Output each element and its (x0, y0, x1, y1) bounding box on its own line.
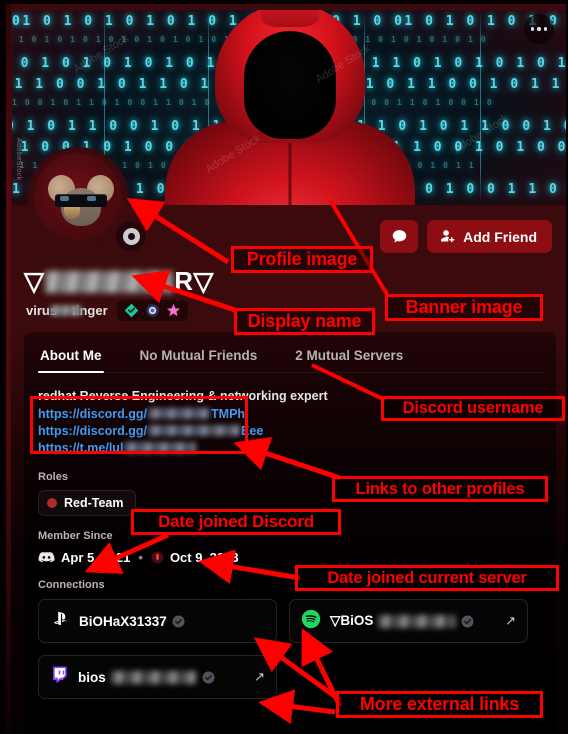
message-button[interactable] (380, 220, 419, 253)
dot (543, 27, 548, 31)
server-join-date-text: Oct 9, 2023 (169, 550, 239, 565)
profile-badges[interactable] (116, 300, 188, 321)
rat-avatar-art (48, 175, 114, 229)
highlight-box-links (30, 396, 248, 454)
annotation-banner-image: Banner image (385, 294, 543, 321)
hooded-figure-illustration (165, 10, 415, 205)
spotify-icon (301, 609, 321, 634)
discord-profile-card: 01 0 1 0 1 0 1 0 1 0 1 0 1 0 1 0 1 0 01 … (6, 4, 566, 734)
chat-bubble-icon (392, 230, 406, 243)
connection-name: ▽BiOS (330, 613, 474, 629)
display-name-suffix: R▽ (174, 266, 214, 296)
connection-name: BiOHaX31337 (79, 614, 185, 629)
tab-mutual-friends[interactable]: No Mutual Friends (138, 344, 260, 372)
connection-name-redacted (378, 614, 457, 628)
annotation-discord-username: Discord username (381, 396, 565, 421)
external-link-icon[interactable]: ↗ (505, 613, 516, 629)
verified-badge-icon (172, 615, 185, 628)
orb-badge-icon[interactable] (145, 303, 160, 318)
connection-playstation[interactable]: BiOHaX31337 (38, 599, 277, 643)
tab-about-me[interactable]: About Me (38, 344, 104, 373)
annotation-more-external-links: More external links (336, 691, 543, 718)
username-redacted (50, 305, 82, 316)
card-left-edge (6, 4, 11, 734)
discord-join-date-text: Apr 5, 2021 (61, 550, 131, 565)
role-color-dot (47, 498, 57, 508)
connections-grid: BiOHaX31337 ▽BiOS ↗ bios ↗ (38, 599, 542, 699)
avatar-wrapper[interactable] (28, 147, 146, 251)
annotation-date-joined-server: Date joined current server (295, 565, 559, 591)
display-name-prefix: ▽ (24, 266, 45, 296)
discord-icon (38, 551, 55, 563)
more-options-button[interactable] (524, 14, 554, 44)
external-link-icon[interactable]: ↗ (254, 669, 265, 685)
code-vline (480, 10, 481, 205)
dot (530, 27, 535, 31)
member-since-dates: Apr 5, 2021 • Oct 9, 2023 (38, 550, 542, 565)
verified-badge-icon (461, 615, 474, 628)
connection-name-text: ▽BiOS (330, 613, 374, 628)
date-separator: • (138, 550, 143, 565)
display-name: ▽ R▽ (24, 266, 214, 297)
tab-mutual-servers[interactable]: 2 Mutual Servers (293, 344, 405, 372)
twitch-icon (50, 665, 69, 689)
role-badge-red-team[interactable]: Red-Team (38, 490, 136, 516)
annotation-links-to-profiles: Links to other profiles (332, 476, 548, 502)
profile-tabs: About Me No Mutual Friends 2 Mutual Serv… (38, 344, 542, 373)
connection-spotify[interactable]: ▽BiOS ↗ (289, 599, 528, 643)
display-name-redacted (45, 270, 174, 293)
stock-side-watermark: AdobeStock (15, 138, 22, 181)
connection-name: bios (78, 670, 215, 685)
pink-star-badge-icon[interactable] (166, 303, 181, 318)
add-friend-label: Add Friend (463, 228, 537, 245)
server-join-date: Oct 9, 2023 (151, 550, 239, 565)
annotation-date-joined-discord: Date joined Discord (131, 509, 341, 535)
role-name: Red-Team (64, 496, 124, 510)
profile-image[interactable] (28, 147, 128, 247)
playstation-icon (50, 610, 70, 633)
verified-badge-icon (202, 671, 215, 684)
discord-join-date: Apr 5, 2021 (38, 550, 130, 565)
connection-name-redacted (110, 670, 197, 684)
server-icon (151, 551, 164, 564)
profile-action-buttons: Add Friend (380, 220, 552, 253)
verified-diamond-badge-icon[interactable] (124, 303, 139, 318)
discord-username: virus tinger (26, 303, 108, 318)
status-indicator-idle (116, 221, 146, 251)
add-friend-button[interactable]: Add Friend (427, 220, 552, 253)
connection-name-text: BiOHaX31337 (79, 613, 167, 629)
screenshot-root: 01 0 1 0 1 0 1 0 1 0 1 0 1 0 1 0 1 0 01 … (0, 0, 568, 734)
connection-name-text: bios (78, 669, 106, 685)
username-row: virus tinger (26, 300, 188, 321)
person-add-icon (441, 230, 455, 243)
annotation-display-name: Display name (234, 308, 375, 335)
connection-twitch[interactable]: bios ↗ (38, 655, 277, 699)
annotation-profile-image: Profile image (231, 246, 373, 273)
dot (537, 27, 541, 31)
